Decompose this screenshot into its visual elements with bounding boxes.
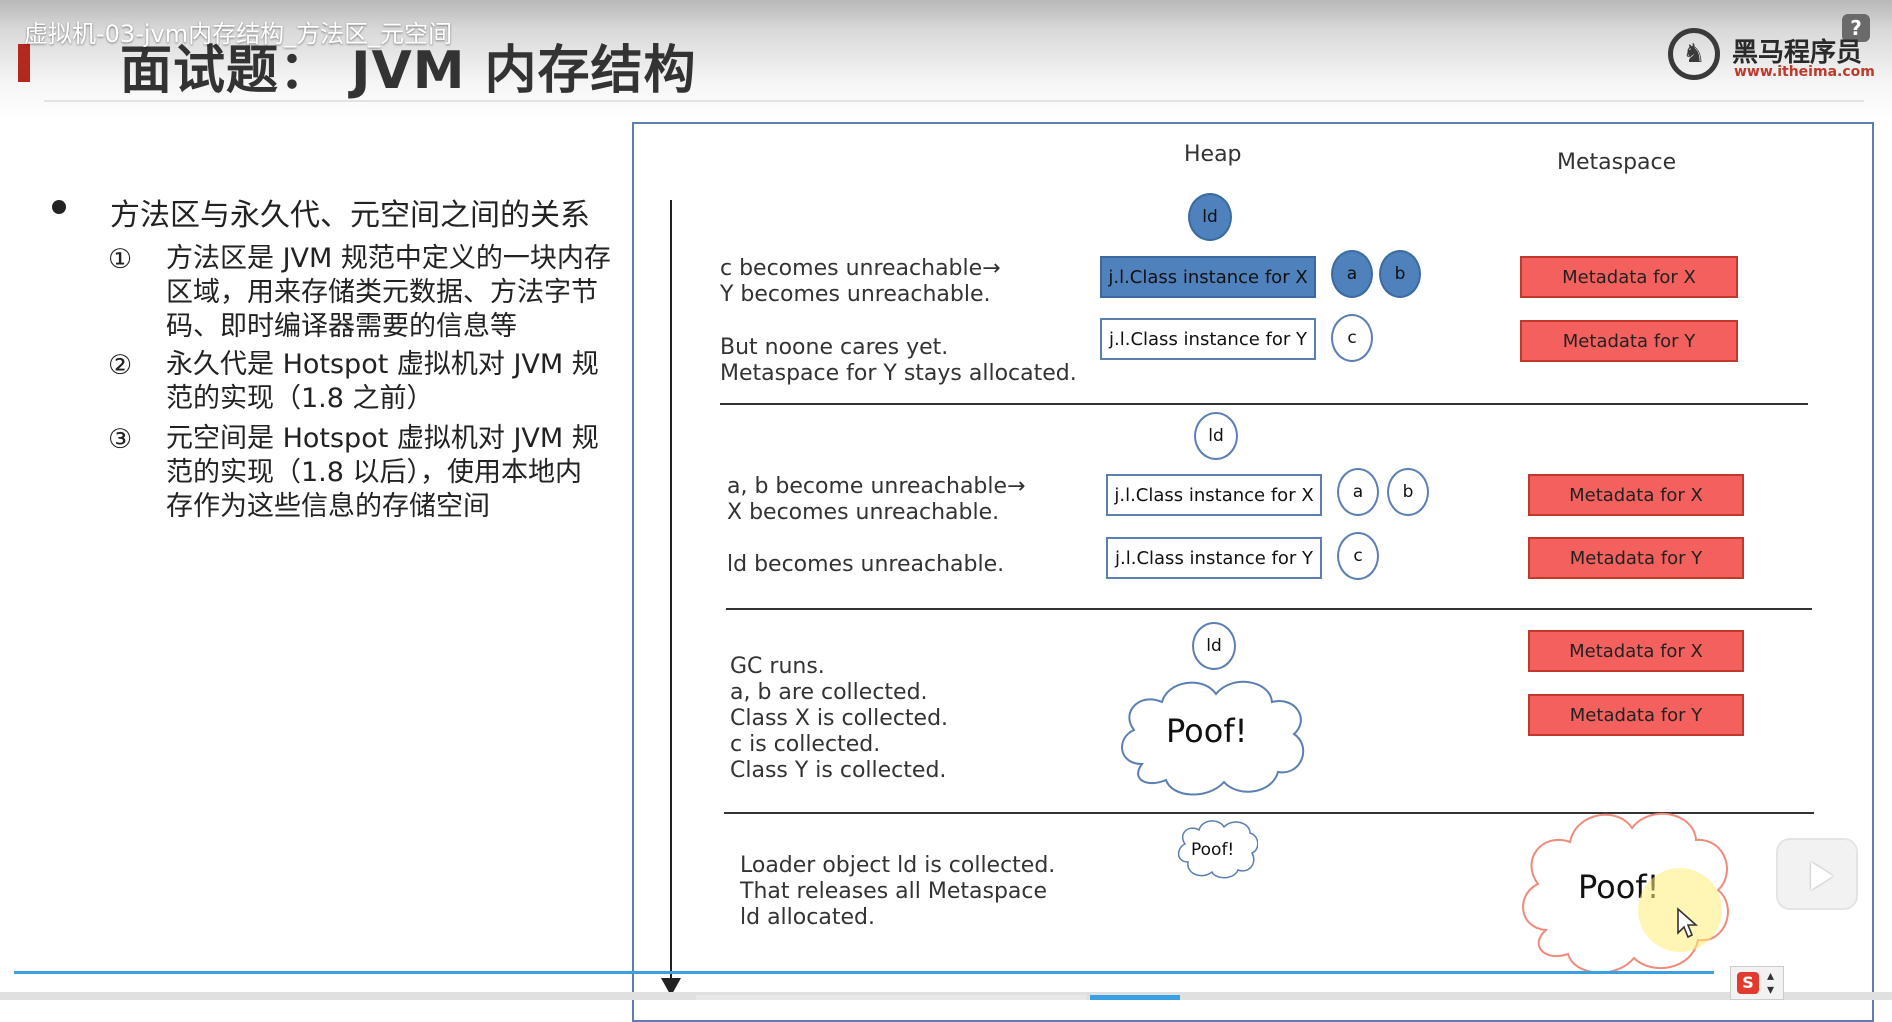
loader-ld: ld (1192, 622, 1236, 670)
brand-url: www.itheima.com (1734, 64, 1875, 80)
description-line: That releases all Metaspace (740, 879, 1048, 904)
description-line: a, b become unreachable→ (727, 474, 1026, 499)
ime-toggle-icon: ▴ ▾ (1767, 968, 1775, 998)
item-line: 码、即时编译器需要的信息等 (166, 311, 517, 342)
item-number: ① (108, 244, 133, 275)
stage-description: GC runs. a, b are collected. Class X is … (730, 654, 948, 784)
metadata-y: Metadata for Y (1528, 537, 1744, 579)
metadata-x: Metadata for X (1528, 630, 1744, 672)
play-button[interactable] (1776, 838, 1858, 910)
description-line: X becomes unreachable. (727, 500, 1000, 525)
timeline-axis (670, 200, 672, 990)
item-line: 永久代是 Hotspot 虚拟机对 JVM 规 (166, 349, 599, 380)
horse-logo-icon: ♞ (1668, 28, 1720, 80)
stage-description: c becomes unreachable→ Y becomes unreach… (720, 256, 1001, 308)
mouse-pointer-icon (1677, 907, 1699, 939)
ime-indicator[interactable]: S ▴ ▾ (1730, 966, 1784, 1000)
description-line: ld becomes unreachable. (727, 552, 1005, 577)
object-c: c (1331, 314, 1373, 362)
header-divider (44, 100, 1864, 102)
class-instance-x: j.l.Class instance for X (1100, 256, 1316, 298)
metadata-x: Metadata for X (1520, 256, 1738, 298)
description-line: GC runs. (730, 654, 825, 679)
stage-description: ld becomes unreachable. (727, 552, 1004, 578)
heap-label: Heap (1184, 142, 1242, 167)
list-item: 方法区是 JVM 规范中定义的一块内存 区域，用来存储类元数据、方法字节 码、即… (166, 242, 626, 344)
loader-ld: ld (1194, 412, 1238, 460)
video-timeline[interactable] (14, 971, 1714, 974)
list-item: 永久代是 Hotspot 虚拟机对 JVM 规 范的实现（1.8 之前） (166, 348, 626, 416)
progress-thumb[interactable] (1090, 995, 1180, 1000)
object-a: a (1337, 468, 1379, 516)
description-line: Class Y is collected. (730, 758, 947, 783)
stage-description: a, b become unreachable→ X becomes unrea… (727, 474, 1025, 526)
item-line: 存作为这些信息的存储空间 (166, 491, 490, 522)
description-line: ld allocated. (740, 905, 875, 930)
class-instance-y: j.l.Class instance for Y (1100, 318, 1316, 360)
sogou-icon: S (1737, 972, 1759, 994)
bullet-heading: 方法区与永久代、元空间之间的关系 (110, 198, 590, 233)
object-b: b (1387, 468, 1429, 516)
poof-small-label: Poof! (1191, 840, 1235, 860)
item-number: ③ (108, 424, 133, 455)
stage-description: But noone cares yet. Metaspace for Y sta… (720, 335, 1077, 387)
item-line: 元空间是 Hotspot 虚拟机对 JVM 规 (166, 423, 599, 454)
title-accent-bar (18, 44, 30, 82)
metadata-y: Metadata for Y (1520, 320, 1738, 362)
metadata-x: Metadata for X (1528, 474, 1744, 516)
brand-logo: ♞ 黑马程序员 www.itheima.com (1668, 28, 1875, 84)
description-line: Class X is collected. (730, 706, 949, 731)
description-line: c becomes unreachable→ (720, 256, 1001, 281)
item-line: 区域，用来存储类元数据、方法字节 (166, 277, 598, 308)
object-c: c (1337, 532, 1379, 580)
bullet-dot-icon (52, 200, 66, 214)
object-a: a (1331, 250, 1373, 298)
loader-ld: ld (1188, 193, 1232, 241)
play-icon (1811, 862, 1833, 890)
item-number: ② (108, 350, 133, 381)
description-line: Metaspace for Y stays allocated. (720, 361, 1077, 386)
description-line: a, b are collected. (730, 680, 928, 705)
stage-description: Loader object ld is collected. That rele… (740, 853, 1055, 931)
item-line: 方法区是 JVM 规范中定义的一块内存 (166, 243, 611, 274)
metadata-y: Metadata for Y (1528, 694, 1744, 736)
class-instance-x: j.l.Class instance for X (1106, 474, 1322, 516)
class-instance-y: j.l.Class instance for Y (1106, 537, 1322, 579)
description-line: Loader object ld is collected. (740, 853, 1056, 878)
description-line: c is collected. (730, 732, 881, 757)
poof-label: Poof! (1166, 712, 1248, 750)
video-title: 虚拟机-03-jvm内存结构_方法区_元空间 (24, 20, 453, 48)
progress-buffer (696, 995, 1086, 1000)
list-item: 元空间是 Hotspot 虚拟机对 JVM 规 范的实现（1.8 以后），使用本… (166, 422, 626, 524)
item-line: 范的实现（1.8 以后），使用本地内 (166, 457, 583, 488)
stage-divider (726, 608, 1812, 610)
object-b: b (1379, 250, 1421, 298)
description-line: Y becomes unreachable. (720, 282, 991, 307)
metaspace-label: Metaspace (1557, 150, 1677, 175)
stage-divider (720, 403, 1808, 405)
description-line: But noone cares yet. (720, 335, 949, 360)
item-line: 范的实现（1.8 之前） (166, 383, 434, 414)
